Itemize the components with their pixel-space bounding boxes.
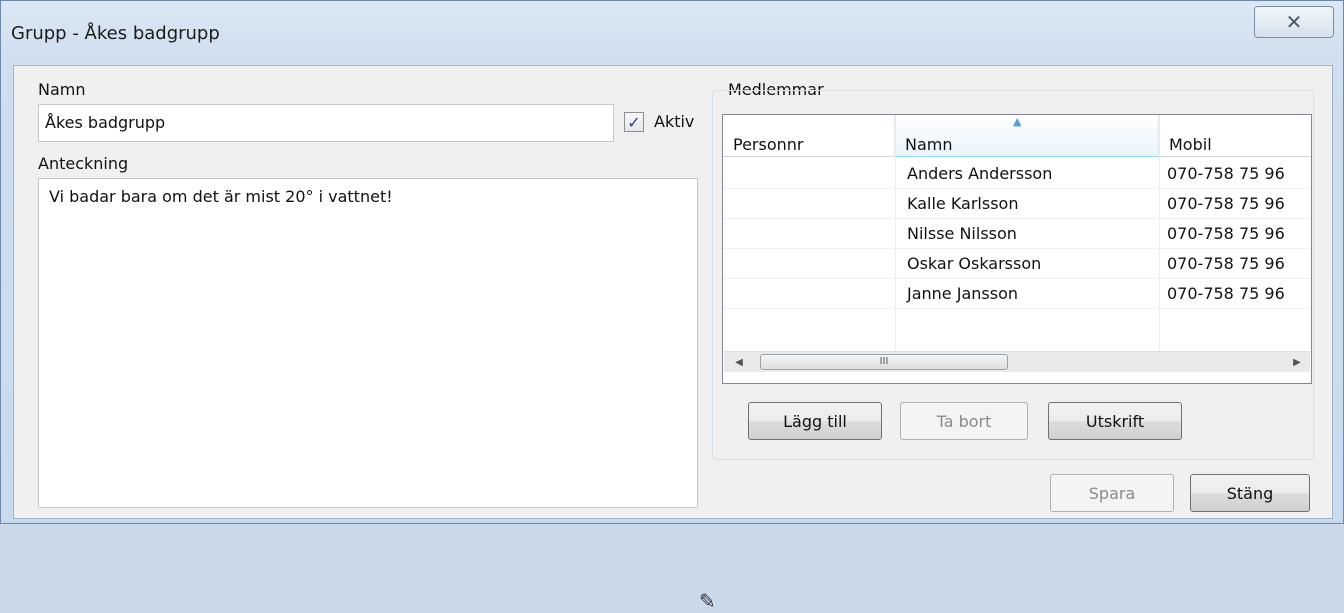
cell-namn: Kalle Karlsson	[895, 189, 1159, 219]
cell-namn: Anders Andersson	[895, 159, 1159, 189]
dialog-window: Grupp - Åkes badgrupp ✕ Namn Åkes badgru…	[0, 0, 1344, 613]
remove-member-button[interactable]: Ta bort	[900, 402, 1028, 440]
scroll-right-icon[interactable]: ▶	[1288, 352, 1306, 372]
cell-mobil: 070-758 75 96	[1159, 279, 1311, 309]
table-row[interactable]: Nilsse Nilsson 070-758 75 96	[723, 219, 1311, 249]
scroll-thumb[interactable]: III	[760, 354, 1008, 370]
active-label: Aktiv	[654, 112, 695, 131]
check-icon: ✓	[627, 112, 641, 132]
name-value: Åkes badgrupp	[45, 113, 166, 132]
cell-personnr	[723, 189, 895, 219]
table-row[interactable]: Oskar Oskarsson 070-758 75 96	[723, 249, 1311, 279]
note-value: Vi badar bara om det är mist 20° i vattn…	[49, 187, 393, 206]
dialog-client-area: Namn Åkes badgrupp ✓ Aktiv Anteckning Vi…	[13, 65, 1333, 613]
column-header-personnr[interactable]: Personnr	[723, 115, 895, 157]
table-row[interactable]: Janne Jansson 070-758 75 96	[723, 279, 1311, 309]
cell-namn: Oskar Oskarsson	[895, 249, 1159, 279]
active-checkbox[interactable]: ✓	[624, 112, 644, 132]
save-button[interactable]: Spara	[1050, 474, 1174, 512]
cell-mobil: 070-758 75 96	[1159, 159, 1311, 189]
column-header-namn[interactable]: ▲ Namn	[895, 115, 1159, 157]
cell-personnr	[723, 159, 895, 189]
cell-mobil: 070-758 75 96	[1159, 219, 1311, 249]
close-button[interactable]: Stäng	[1190, 474, 1310, 512]
close-icon: ✕	[1285, 10, 1303, 34]
title-bar[interactable]: Grupp - Åkes badgrupp ✕	[1, 1, 1344, 65]
table-row[interactable]: Anders Andersson 070-758 75 96	[723, 159, 1311, 189]
close-window-button[interactable]: ✕	[1254, 6, 1334, 38]
note-textarea[interactable]: Vi badar bara om det är mist 20° i vattn…	[38, 178, 716, 613]
cell-personnr	[723, 249, 895, 279]
print-button[interactable]: Utskrift	[1048, 402, 1182, 440]
window-title: Grupp - Åkes badgrupp	[11, 23, 220, 44]
add-member-button[interactable]: Lägg till	[748, 402, 882, 440]
cell-mobil: 070-758 75 96	[1159, 249, 1311, 279]
resize-grip-icon[interactable]: ✎	[699, 589, 716, 613]
cell-personnr	[723, 279, 895, 309]
cell-personnr	[723, 219, 895, 249]
sort-up-icon: ▲	[1013, 115, 1022, 128]
note-label: Anteckning	[38, 154, 129, 173]
name-label: Namn	[38, 80, 86, 99]
cell-mobil: 070-758 75 96	[1159, 189, 1311, 219]
column-header-mobil[interactable]: Mobil	[1159, 115, 1311, 157]
table-row[interactable]: Kalle Karlsson 070-758 75 96	[723, 189, 1311, 219]
scroll-left-icon[interactable]: ◀	[730, 352, 748, 372]
cell-namn: Janne Jansson	[895, 279, 1159, 309]
cell-namn: Nilsse Nilsson	[895, 219, 1159, 249]
name-field[interactable]: Åkes badgrupp	[38, 104, 614, 142]
members-grid[interactable]: Personnr ▲ Namn Mobil Anders Andersson 07…	[722, 114, 1312, 384]
horizontal-scrollbar[interactable]: ◀ III ▶	[724, 351, 1310, 372]
